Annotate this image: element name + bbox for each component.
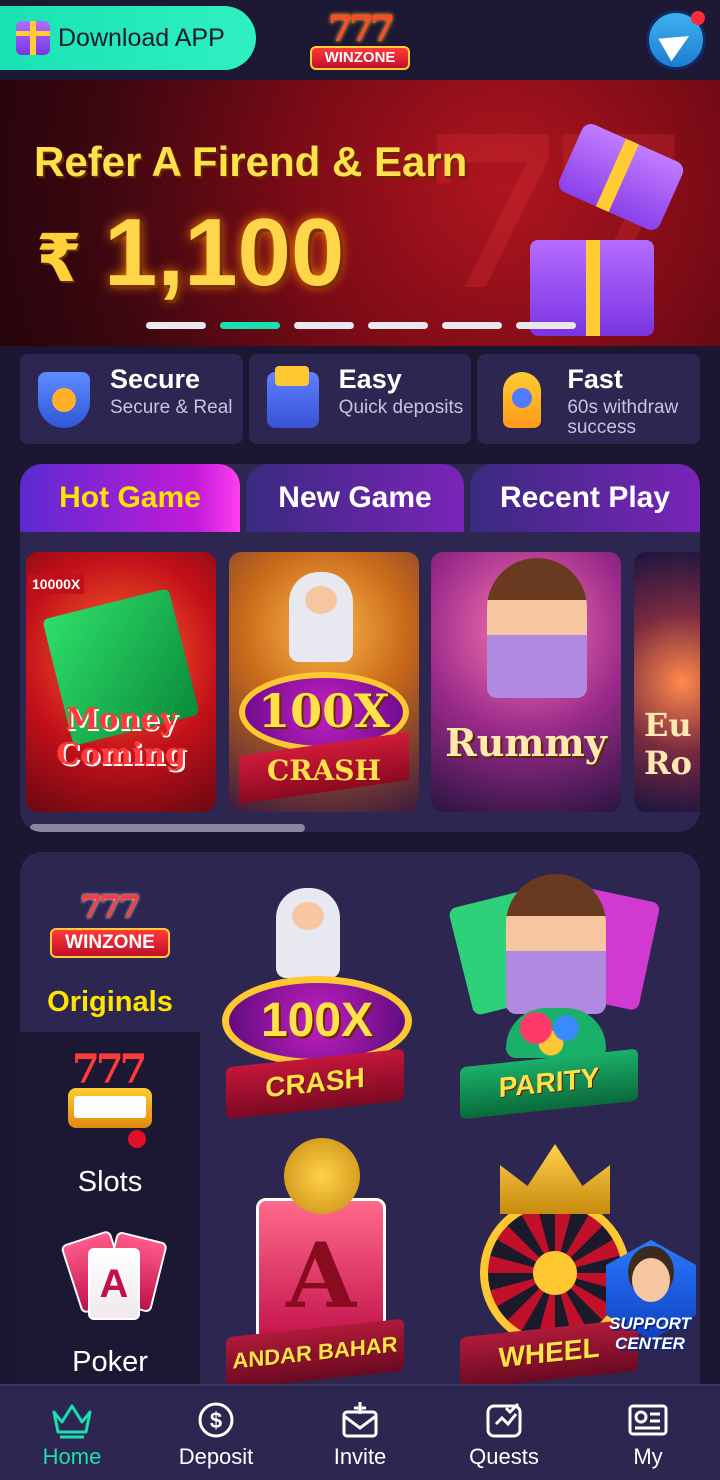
banner-dot-active[interactable] xyxy=(220,322,280,329)
telegram-icon xyxy=(658,24,696,62)
game-tabs-panel: Hot Game New Game Recent Play 10000X Mon… xyxy=(20,464,700,832)
nav-label: Home xyxy=(42,1444,102,1469)
support-label: SUPPORT CENTER xyxy=(609,1314,691,1353)
banner-dot[interactable] xyxy=(294,322,354,329)
tab-new-game[interactable]: New Game xyxy=(246,464,464,532)
download-app-label: Download APP xyxy=(58,23,225,52)
category-slots[interactable]: Slots xyxy=(20,1166,200,1199)
tab-hot-game[interactable]: Hot Game xyxy=(20,464,240,532)
nav-my[interactable]: My xyxy=(576,1386,720,1480)
nav-label: Invite xyxy=(333,1444,387,1469)
category-label: Originals xyxy=(47,986,173,1018)
feature-secure: Secure Secure & Real xyxy=(20,354,243,444)
banner-amount: 1,100 xyxy=(104,199,345,306)
originals-panel: 777 WINZONE Originals 777 Slots A Poker … xyxy=(20,852,700,1392)
banner-pagination xyxy=(146,322,576,329)
feature-easy: Easy Quick deposits xyxy=(248,354,472,444)
feature-title: Fast xyxy=(567,364,623,394)
banner-dot[interactable] xyxy=(516,322,576,329)
feature-subtitle: Quick deposits xyxy=(338,397,464,418)
tiger-head-art xyxy=(284,1138,360,1214)
hot-game-carousel[interactable]: 10000X Money Coming 100X CRASH Rummy Eu … xyxy=(26,552,700,812)
lottery-balls-art xyxy=(506,1008,606,1058)
top-bar: Download APP 777 WINZONE xyxy=(0,0,720,80)
nav-label: Quests xyxy=(469,1444,539,1469)
game-title: Money Coming xyxy=(56,702,186,772)
lady-art xyxy=(487,558,587,698)
astronaut-art xyxy=(289,572,353,662)
nav-invite[interactable]: Invite xyxy=(288,1386,432,1480)
logo-sevens: 777 xyxy=(80,888,141,926)
game-card-rummy[interactable]: Rummy xyxy=(431,552,621,812)
game-title: PARITY xyxy=(498,1061,600,1104)
promo-banner[interactable]: 77 Refer A Firend & Earn ₹ 1,100 xyxy=(0,80,720,346)
support-agent-icon xyxy=(632,1258,670,1302)
feature-title: Secure xyxy=(110,364,201,394)
logo-text: WINZONE xyxy=(310,46,410,70)
game-card-money-coming[interactable]: 10000X Money Coming xyxy=(26,552,216,812)
game-title: 100X xyxy=(258,684,390,738)
feature-title: Easy xyxy=(338,364,402,394)
shield-icon xyxy=(38,372,90,428)
game-title: Rummy xyxy=(445,720,607,765)
invite-mail-icon xyxy=(338,1400,382,1440)
wallet-icon xyxy=(266,366,319,428)
dollar-circle-icon: $ xyxy=(194,1400,238,1440)
logo-text: WINZONE xyxy=(50,928,170,958)
winzone-originals-logo: 777 WINZONE xyxy=(50,888,170,968)
bottom-navigation: Home $ Deposit Invite Quests My xyxy=(0,1384,720,1480)
tab-recent-play[interactable]: Recent Play xyxy=(470,464,700,532)
crown-icon xyxy=(50,1400,94,1440)
andar-bahar-ribbon-art: ANDAR BAHAR xyxy=(226,1318,404,1390)
astronaut-art xyxy=(276,888,340,978)
crash-ribbon-art: CRASH xyxy=(226,1048,404,1120)
multiplier-badge: 10000X xyxy=(28,574,85,594)
feature-strip: Secure Secure & Real Easy Quick deposits… xyxy=(20,354,701,444)
gift-icon xyxy=(16,21,50,55)
svg-text:$: $ xyxy=(210,1408,222,1433)
category-poker[interactable]: Poker xyxy=(20,1346,200,1379)
feature-subtitle: Secure & Real xyxy=(110,397,233,418)
category-originals[interactable]: 777 WINZONE Originals xyxy=(20,852,200,1032)
slots-icon[interactable]: 777 xyxy=(60,1046,160,1152)
feature-fast: Fast 60s withdraw success xyxy=(477,354,701,444)
rocket-icon xyxy=(503,372,542,428)
banner-dot[interactable] xyxy=(442,322,502,329)
banner-dot[interactable] xyxy=(368,322,428,329)
banner-currency: ₹ xyxy=(36,221,82,295)
nav-label: My xyxy=(633,1444,663,1469)
quests-icon xyxy=(482,1400,526,1440)
nav-label: Deposit xyxy=(178,1444,254,1469)
game-title: WHEEL xyxy=(498,1331,600,1374)
winzone-logo: 777 WINZONE xyxy=(310,8,410,72)
banner-headline: Refer A Firend & Earn xyxy=(34,138,468,185)
game-card-crash[interactable]: 100X CRASH xyxy=(229,552,419,812)
nav-home[interactable]: Home xyxy=(0,1386,144,1480)
nav-quests[interactable]: Quests xyxy=(432,1386,576,1480)
logo-sevens: 777 xyxy=(328,8,395,50)
original-game-crash[interactable]: 100X CRASH xyxy=(216,868,426,1120)
profile-card-icon xyxy=(626,1400,670,1440)
crown-art xyxy=(500,1144,610,1214)
horizontal-scrollbar[interactable] xyxy=(30,824,305,832)
original-game-parity[interactable]: PARITY xyxy=(447,868,661,1120)
telegram-button[interactable] xyxy=(646,10,706,70)
poker-cards-icon[interactable]: A xyxy=(60,1229,168,1326)
banner-dot[interactable] xyxy=(146,322,206,329)
game-subtitle: CRASH xyxy=(265,1061,365,1104)
game-card-roulette[interactable]: Eu Ro xyxy=(634,552,700,812)
game-subtitle: CRASH xyxy=(267,754,381,787)
game-title: Eu Ro xyxy=(644,706,692,782)
nav-deposit[interactable]: $ Deposit xyxy=(144,1386,288,1480)
parity-ribbon-art: PARITY xyxy=(460,1048,638,1120)
game-title: 100X xyxy=(260,994,374,1047)
lady-art xyxy=(506,874,606,1014)
feature-subtitle: 60s withdraw success xyxy=(567,397,679,438)
category-sidebar: 777 WINZONE Originals 777 Slots A Poker xyxy=(20,852,200,1392)
support-center-button[interactable]: SUPPORT CENTER xyxy=(602,1240,698,1360)
download-app-button[interactable]: Download APP xyxy=(0,6,256,70)
original-game-andar-bahar[interactable]: A ANDAR BAHAR xyxy=(216,1138,426,1390)
notification-dot xyxy=(691,11,705,25)
game-title: ANDAR BAHAR xyxy=(232,1331,398,1374)
